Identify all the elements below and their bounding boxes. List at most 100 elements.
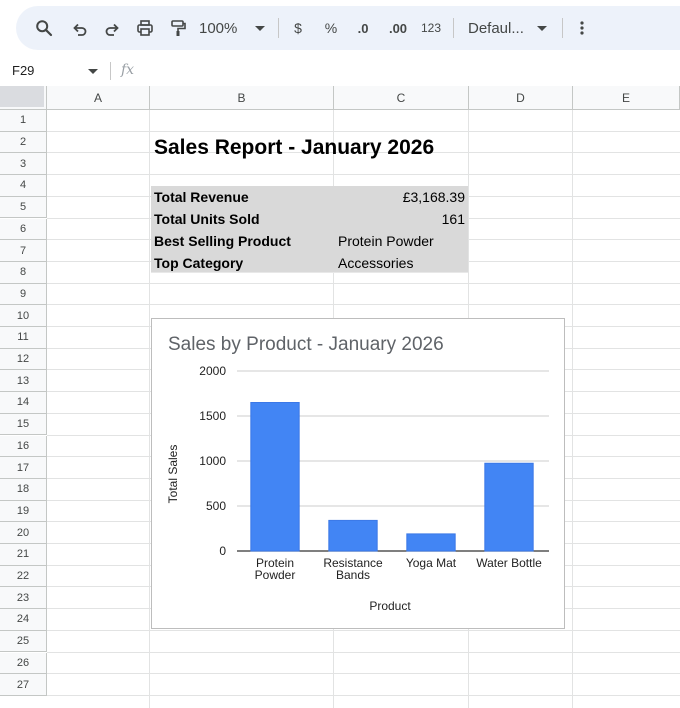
row-header[interactable]: 13 bbox=[0, 370, 47, 393]
row-gridline bbox=[47, 304, 680, 306]
toolbar-divider bbox=[278, 18, 279, 38]
row-header[interactable]: 1 bbox=[0, 110, 47, 132]
row-gridline bbox=[47, 174, 680, 176]
redo-button[interactable] bbox=[98, 6, 126, 50]
row-header[interactable]: 4 bbox=[0, 175, 47, 197]
row-gridline bbox=[47, 673, 680, 675]
y-tick-label: 500 bbox=[206, 499, 226, 513]
x-tick-label: Yoga Mat bbox=[406, 556, 457, 570]
report-title[interactable]: Sales Report - January 2026 bbox=[154, 132, 474, 164]
column-header[interactable]: D bbox=[469, 86, 573, 110]
row-header[interactable]: 7 bbox=[0, 240, 47, 262]
row-header[interactable]: 2 bbox=[0, 131, 47, 154]
number-format-button[interactable]: 123 bbox=[418, 6, 444, 50]
bar[interactable] bbox=[328, 519, 378, 552]
row-header[interactable]: 23 bbox=[0, 587, 47, 610]
row-header[interactable]: 25 bbox=[0, 630, 47, 653]
row-header[interactable]: 16 bbox=[0, 435, 47, 458]
chevron-down-icon bbox=[537, 25, 547, 31]
font-dropdown[interactable] bbox=[534, 6, 550, 50]
undo-button[interactable] bbox=[66, 6, 94, 50]
row-header[interactable]: 14 bbox=[0, 392, 47, 414]
row-header[interactable]: 19 bbox=[0, 500, 47, 523]
y-tick-label: 0 bbox=[219, 544, 226, 558]
undo-icon bbox=[73, 23, 87, 36]
name-box[interactable]: F29 bbox=[12, 63, 34, 78]
decrease-decimal-icon: .0 bbox=[357, 20, 369, 36]
column-header[interactable]: E bbox=[573, 86, 680, 110]
zoom-value: 100% bbox=[199, 19, 238, 37]
chevron-down-icon[interactable] bbox=[88, 69, 98, 74]
x-axis-ticks: ProteinPowderResistanceBandsYoga Mat Wate… bbox=[255, 556, 542, 582]
row-header[interactable]: 24 bbox=[0, 609, 47, 631]
row-header[interactable]: 9 bbox=[0, 283, 47, 306]
row-header[interactable]: 10 bbox=[0, 305, 47, 327]
bar[interactable] bbox=[406, 533, 456, 552]
y-tick-label: 2000 bbox=[199, 364, 226, 378]
toolbar-divider bbox=[453, 18, 454, 38]
redo-icon bbox=[105, 23, 119, 36]
row-header[interactable]: 20 bbox=[0, 522, 47, 544]
bar[interactable] bbox=[484, 462, 534, 552]
fx-icon: fx bbox=[121, 62, 135, 78]
column-gridline bbox=[572, 110, 573, 708]
y-tick-label: 1500 bbox=[199, 409, 226, 423]
row-gridline bbox=[47, 651, 680, 653]
row-header[interactable]: 12 bbox=[0, 348, 47, 371]
column-header[interactable]: C bbox=[334, 86, 469, 110]
row-header[interactable]: 8 bbox=[0, 261, 47, 284]
chevron-down-icon bbox=[255, 25, 265, 31]
paint-format-button[interactable] bbox=[164, 6, 192, 50]
summary-value[interactable]: £3,168.39 bbox=[336, 186, 465, 208]
bar[interactable] bbox=[250, 402, 300, 552]
currency-icon: $ bbox=[294, 20, 302, 36]
row-header[interactable]: 22 bbox=[0, 565, 47, 588]
row-header[interactable]: 27 bbox=[0, 674, 47, 696]
summary-value[interactable]: 161 bbox=[336, 208, 465, 230]
font-select[interactable]: Defaul... bbox=[468, 6, 538, 50]
chart-bars bbox=[250, 402, 534, 552]
column-header[interactable]: B bbox=[150, 86, 334, 110]
print-button[interactable] bbox=[131, 6, 159, 50]
bar-chart: Sales by Product - January 2026 0 500 1000… bbox=[166, 334, 549, 613]
row-header[interactable]: 21 bbox=[0, 544, 47, 566]
search-button[interactable] bbox=[30, 6, 58, 50]
row-header[interactable]: 17 bbox=[0, 457, 47, 479]
sales-chart[interactable]: Sales by Product - January 2026 0 500 1000… bbox=[151, 318, 565, 629]
row-header[interactable]: 18 bbox=[0, 478, 47, 501]
increase-decimal-icon: .00 bbox=[388, 20, 408, 36]
summary-label[interactable]: Top Category bbox=[154, 252, 332, 274]
row-header[interactable]: 11 bbox=[0, 327, 47, 349]
decrease-decimal-button[interactable]: .0 bbox=[350, 6, 376, 50]
summary-label[interactable]: Best Selling Product bbox=[154, 230, 332, 252]
currency-format-button[interactable]: $ bbox=[286, 6, 310, 50]
formula-divider bbox=[110, 62, 111, 80]
row-header[interactable]: 6 bbox=[0, 218, 47, 241]
row-header[interactable]: 26 bbox=[0, 652, 47, 675]
percent-format-button[interactable]: % bbox=[319, 6, 343, 50]
zoom-dropdown[interactable] bbox=[252, 6, 268, 50]
more-options-button[interactable] bbox=[572, 6, 592, 50]
formula-bar: F29 fx bbox=[0, 56, 680, 86]
y-axis-label: Total Sales bbox=[166, 445, 180, 504]
increase-decimal-button[interactable]: .00 bbox=[384, 6, 412, 50]
spreadsheet-window: 100% $ % .0 .00 123 Defaul... F29 fx A B… bbox=[0, 0, 680, 708]
row-header[interactable]: 15 bbox=[0, 413, 47, 436]
toolbar: 100% $ % .0 .00 123 Defaul... bbox=[16, 6, 680, 50]
column-header[interactable]: A bbox=[47, 86, 150, 110]
summary-value[interactable]: Protein Powder bbox=[338, 230, 467, 252]
x-tick-label: Bands bbox=[336, 568, 370, 582]
summary-value[interactable]: Accessories bbox=[338, 252, 467, 274]
zoom-select[interactable]: 100% bbox=[199, 6, 249, 50]
row-gridline bbox=[47, 694, 680, 696]
chart-title: Sales by Product - January 2026 bbox=[168, 334, 444, 355]
font-value: Defaul... bbox=[468, 19, 524, 37]
percent-icon: % bbox=[324, 20, 338, 36]
row-header[interactable]: 5 bbox=[0, 196, 47, 219]
print-icon bbox=[137, 20, 153, 36]
number-format-label: 123 bbox=[420, 21, 442, 35]
y-axis-ticks: 0 500 1000 1500 2000 bbox=[199, 364, 226, 558]
summary-label[interactable]: Total Revenue bbox=[154, 186, 332, 208]
row-header[interactable]: 3 bbox=[0, 153, 47, 176]
summary-label[interactable]: Total Units Sold bbox=[154, 208, 332, 230]
